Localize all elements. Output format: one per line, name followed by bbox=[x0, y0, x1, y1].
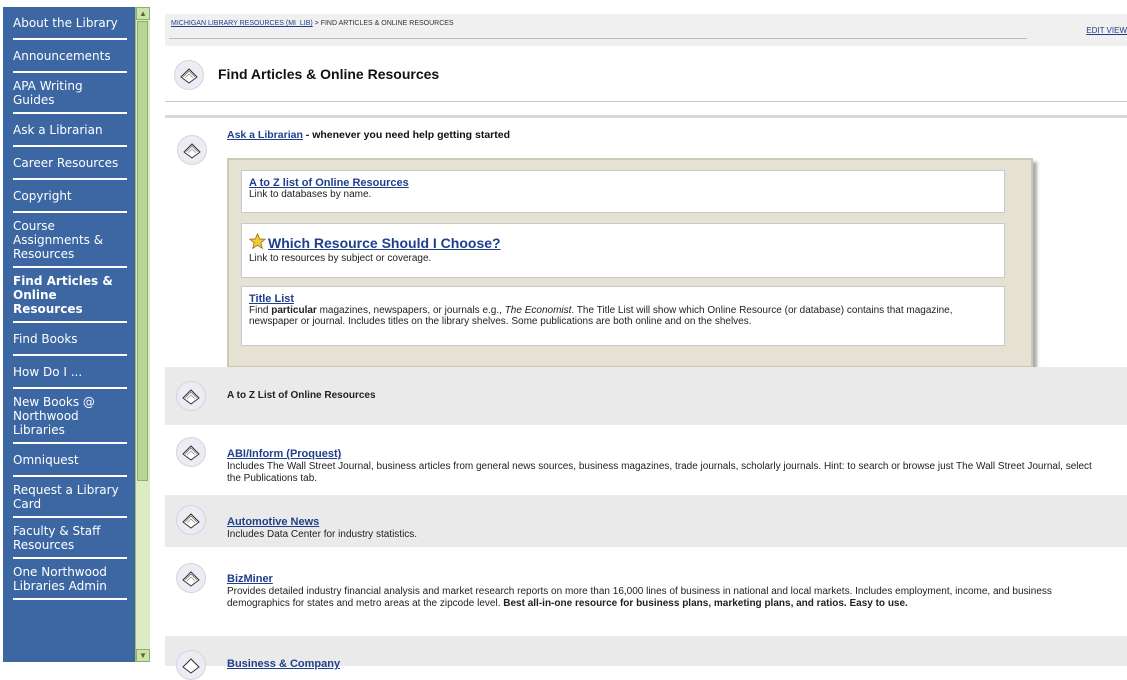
resource-guide-box: A to Z list of Online Resources Link to … bbox=[227, 158, 1033, 368]
sidebar-scrollbar[interactable]: ▲ ▼ bbox=[135, 7, 150, 662]
edit-view-link[interactable]: EDIT VIEW bbox=[1086, 26, 1127, 35]
sidebar-nav: About the Library Announcements APA Writ… bbox=[3, 7, 135, 662]
breadcrumb-sep: > bbox=[312, 20, 321, 27]
ask-librarian-link[interactable]: Ask a Librarian bbox=[227, 129, 303, 141]
bizminer-desc: Provides detailed industry financial ana… bbox=[227, 586, 1052, 609]
sidebar-item-how-do-i[interactable]: How Do I ... bbox=[13, 356, 127, 389]
which-resource-card: Which Resource Should I Choose? Link to … bbox=[241, 223, 1005, 278]
sidebar-item-new-books[interactable]: New Books @ Northwood Libraries bbox=[13, 389, 127, 444]
book-icon bbox=[174, 60, 204, 90]
sidebar-item-find-books[interactable]: Find Books bbox=[13, 323, 127, 356]
breadcrumb-divider bbox=[169, 38, 1027, 39]
resource-row: BizMiner Provides detailed industry fina… bbox=[165, 549, 1127, 635]
scroll-down-icon[interactable]: ▼ bbox=[136, 649, 150, 662]
sidebar-item-copyright[interactable]: Copyright bbox=[13, 180, 127, 213]
book-icon bbox=[176, 437, 206, 467]
book-icon bbox=[176, 505, 206, 535]
abi-inform-link[interactable]: ABI/Inform (Proquest) bbox=[227, 448, 341, 460]
which-resource-desc: Link to resources by subject or coverage… bbox=[249, 253, 432, 264]
sidebar-item-career[interactable]: Career Resources bbox=[13, 147, 127, 180]
breadcrumb-current: FIND ARTICLES & ONLINE RESOURCES bbox=[320, 20, 454, 27]
resource-row: Automotive News Includes Data Center for… bbox=[165, 495, 1127, 547]
page-title: Find Articles & Online Resources bbox=[218, 66, 440, 82]
sidebar-item-faculty[interactable]: Faculty & Staff Resources bbox=[13, 518, 127, 559]
book-icon bbox=[176, 381, 206, 411]
breadcrumb-link[interactable]: MICHIGAN LIBRARY RESOURCES (MI_LIB) bbox=[171, 20, 313, 27]
ask-section: Ask a Librarian - whenever you need help… bbox=[165, 115, 1127, 386]
title-list-desc: Find particular magazines, newspapers, o… bbox=[249, 305, 953, 327]
sidebar-item-library-card[interactable]: Request a Library Card bbox=[13, 477, 127, 518]
automotive-news-link[interactable]: Automotive News bbox=[227, 516, 319, 528]
book-icon bbox=[177, 135, 207, 165]
page-header: Find Articles & Online Resources bbox=[165, 46, 1127, 102]
business-company-link[interactable]: Business & Company bbox=[227, 658, 340, 670]
resource-text: Business & Company bbox=[227, 658, 1107, 671]
sidebar-item-admin[interactable]: One Northwood Libraries Admin bbox=[13, 559, 127, 600]
scroll-thumb[interactable] bbox=[137, 21, 148, 481]
ask-line-text: - whenever you need help getting started bbox=[302, 129, 510, 141]
title-list-card: Title List Find particular magazines, ne… bbox=[241, 286, 1005, 346]
star-icon bbox=[248, 232, 267, 253]
title-list-link[interactable]: Title List bbox=[249, 293, 294, 305]
which-resource-link[interactable]: Which Resource Should I Choose? bbox=[268, 235, 501, 251]
resource-text: BizMiner Provides detailed industry fina… bbox=[227, 573, 1107, 610]
bizminer-link[interactable]: BizMiner bbox=[227, 573, 273, 585]
az-list-desc: Link to databases by name. bbox=[249, 189, 372, 200]
az-header-text: A to Z List of Online Resources bbox=[227, 390, 376, 401]
resource-text: Automotive News Includes Data Center for… bbox=[227, 516, 1107, 541]
resource-row: ABI/Inform (Proquest) Includes The Wall … bbox=[165, 427, 1127, 493]
az-header-row: A to Z List of Online Resources bbox=[165, 367, 1127, 425]
az-list-card: A to Z list of Online Resources Link to … bbox=[241, 170, 1005, 213]
az-list-link[interactable]: A to Z list of Online Resources bbox=[249, 177, 409, 189]
breadcrumb: MICHIGAN LIBRARY RESOURCES (MI_LIB) > FI… bbox=[171, 20, 454, 27]
book-icon bbox=[176, 563, 206, 593]
scroll-up-icon[interactable]: ▲ bbox=[136, 7, 150, 20]
book-icon bbox=[176, 650, 206, 680]
resource-text: ABI/Inform (Proquest) Includes The Wall … bbox=[227, 448, 1107, 485]
sidebar-item-about[interactable]: About the Library bbox=[13, 7, 127, 40]
ask-line: Ask a Librarian - whenever you need help… bbox=[227, 129, 510, 141]
abi-inform-desc: Includes The Wall Street Journal, busine… bbox=[227, 461, 1092, 484]
sidebar-item-course[interactable]: Course Assignments & Resources bbox=[13, 213, 127, 268]
main-content: MICHIGAN LIBRARY RESOURCES (MI_LIB) > FI… bbox=[165, 14, 1127, 680]
breadcrumb-bar: MICHIGAN LIBRARY RESOURCES (MI_LIB) > FI… bbox=[165, 14, 1127, 46]
automotive-news-desc: Includes Data Center for industry statis… bbox=[227, 529, 418, 540]
sidebar-item-ask[interactable]: Ask a Librarian bbox=[13, 114, 127, 147]
sidebar-item-omniquest[interactable]: Omniquest bbox=[13, 444, 127, 477]
sidebar-item-apa[interactable]: APA Writing Guides bbox=[13, 73, 127, 114]
sidebar-item-announcements[interactable]: Announcements bbox=[13, 40, 127, 73]
sidebar-item-find-articles[interactable]: Find Articles & Online Resources bbox=[13, 268, 127, 323]
